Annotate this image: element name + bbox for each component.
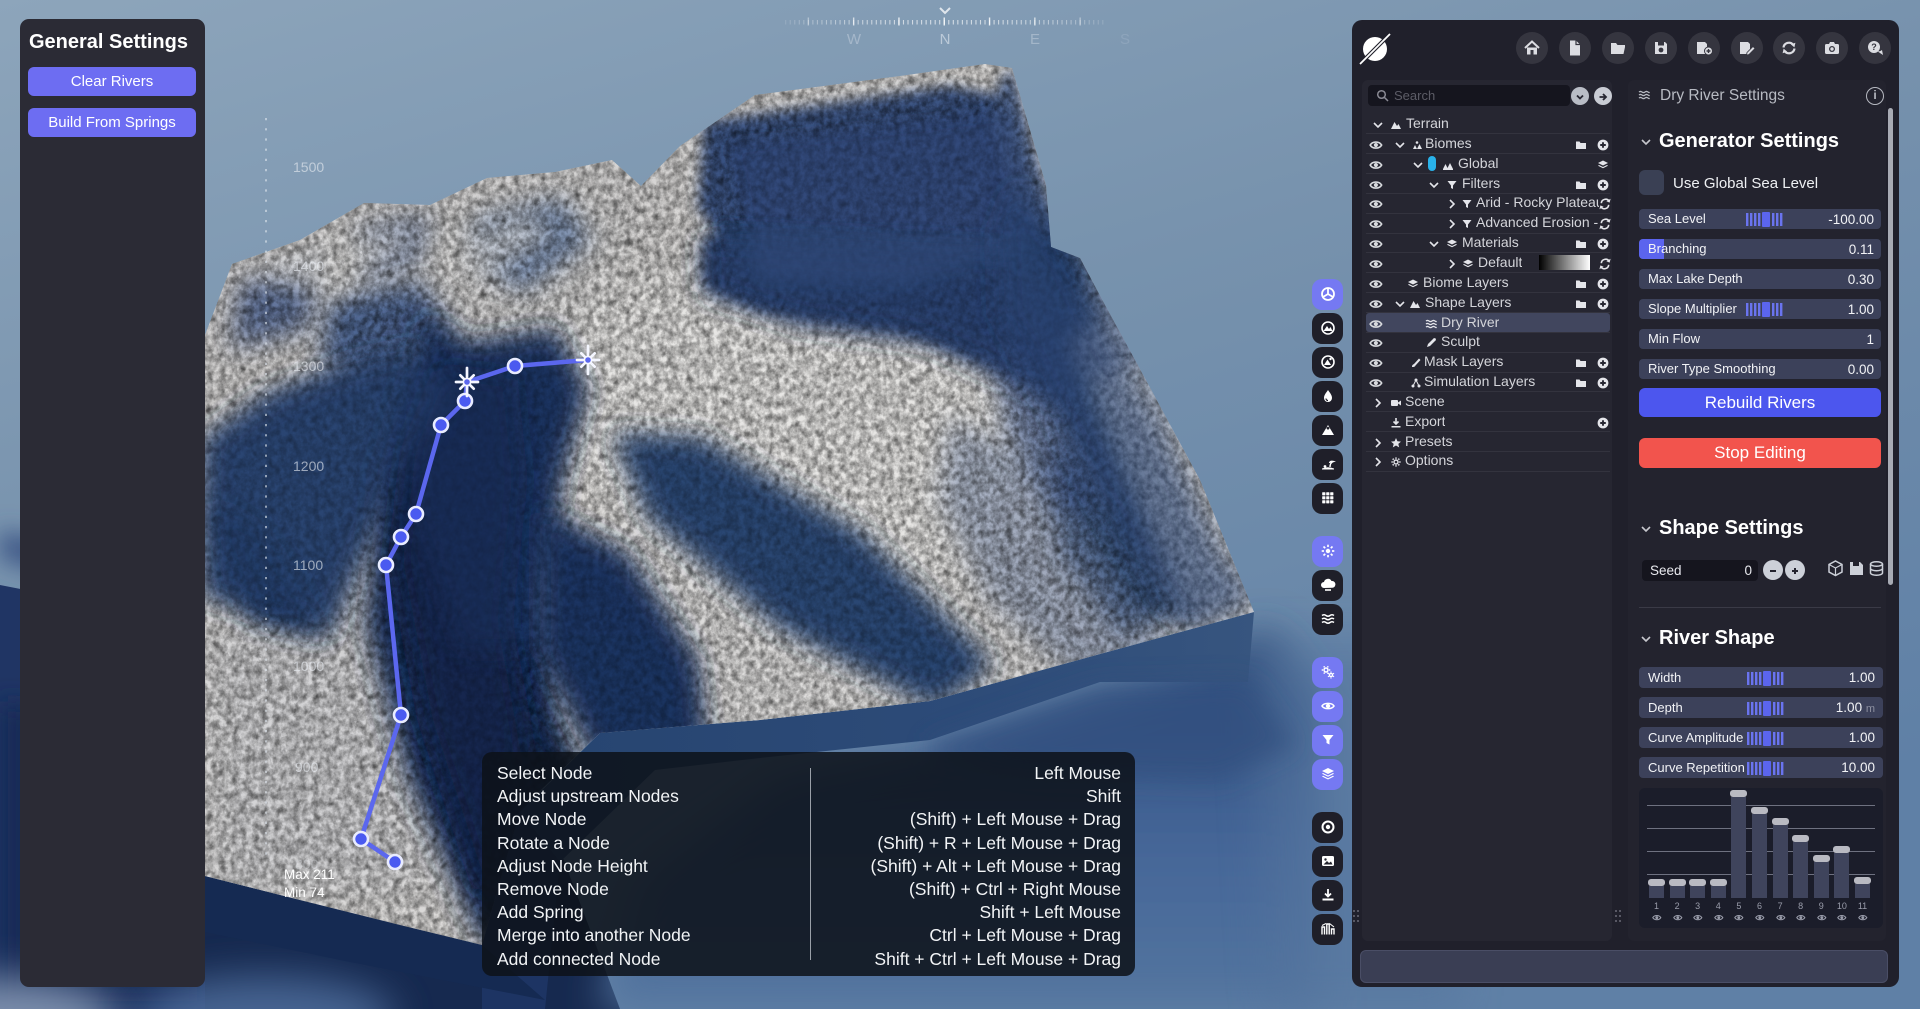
svg-text:Max 211: Max 211: [284, 867, 335, 882]
svg-text:?: ?: [1871, 42, 1877, 52]
svg-text:N: N: [940, 31, 951, 48]
svg-text:1200: 1200: [293, 458, 324, 474]
svg-text:1500: 1500: [293, 159, 324, 175]
svg-text:900: 900: [295, 759, 319, 775]
svg-text:S: S: [1120, 31, 1130, 48]
svg-text:1400: 1400: [293, 258, 324, 274]
svg-text:E: E: [1030, 31, 1040, 48]
svg-text:1000: 1000: [293, 658, 324, 674]
svg-text:1100: 1100: [293, 557, 323, 573]
svg-text:1300: 1300: [293, 358, 324, 374]
svg-text:W: W: [847, 31, 862, 48]
svg-text:Min 74: Min 74: [284, 885, 325, 900]
